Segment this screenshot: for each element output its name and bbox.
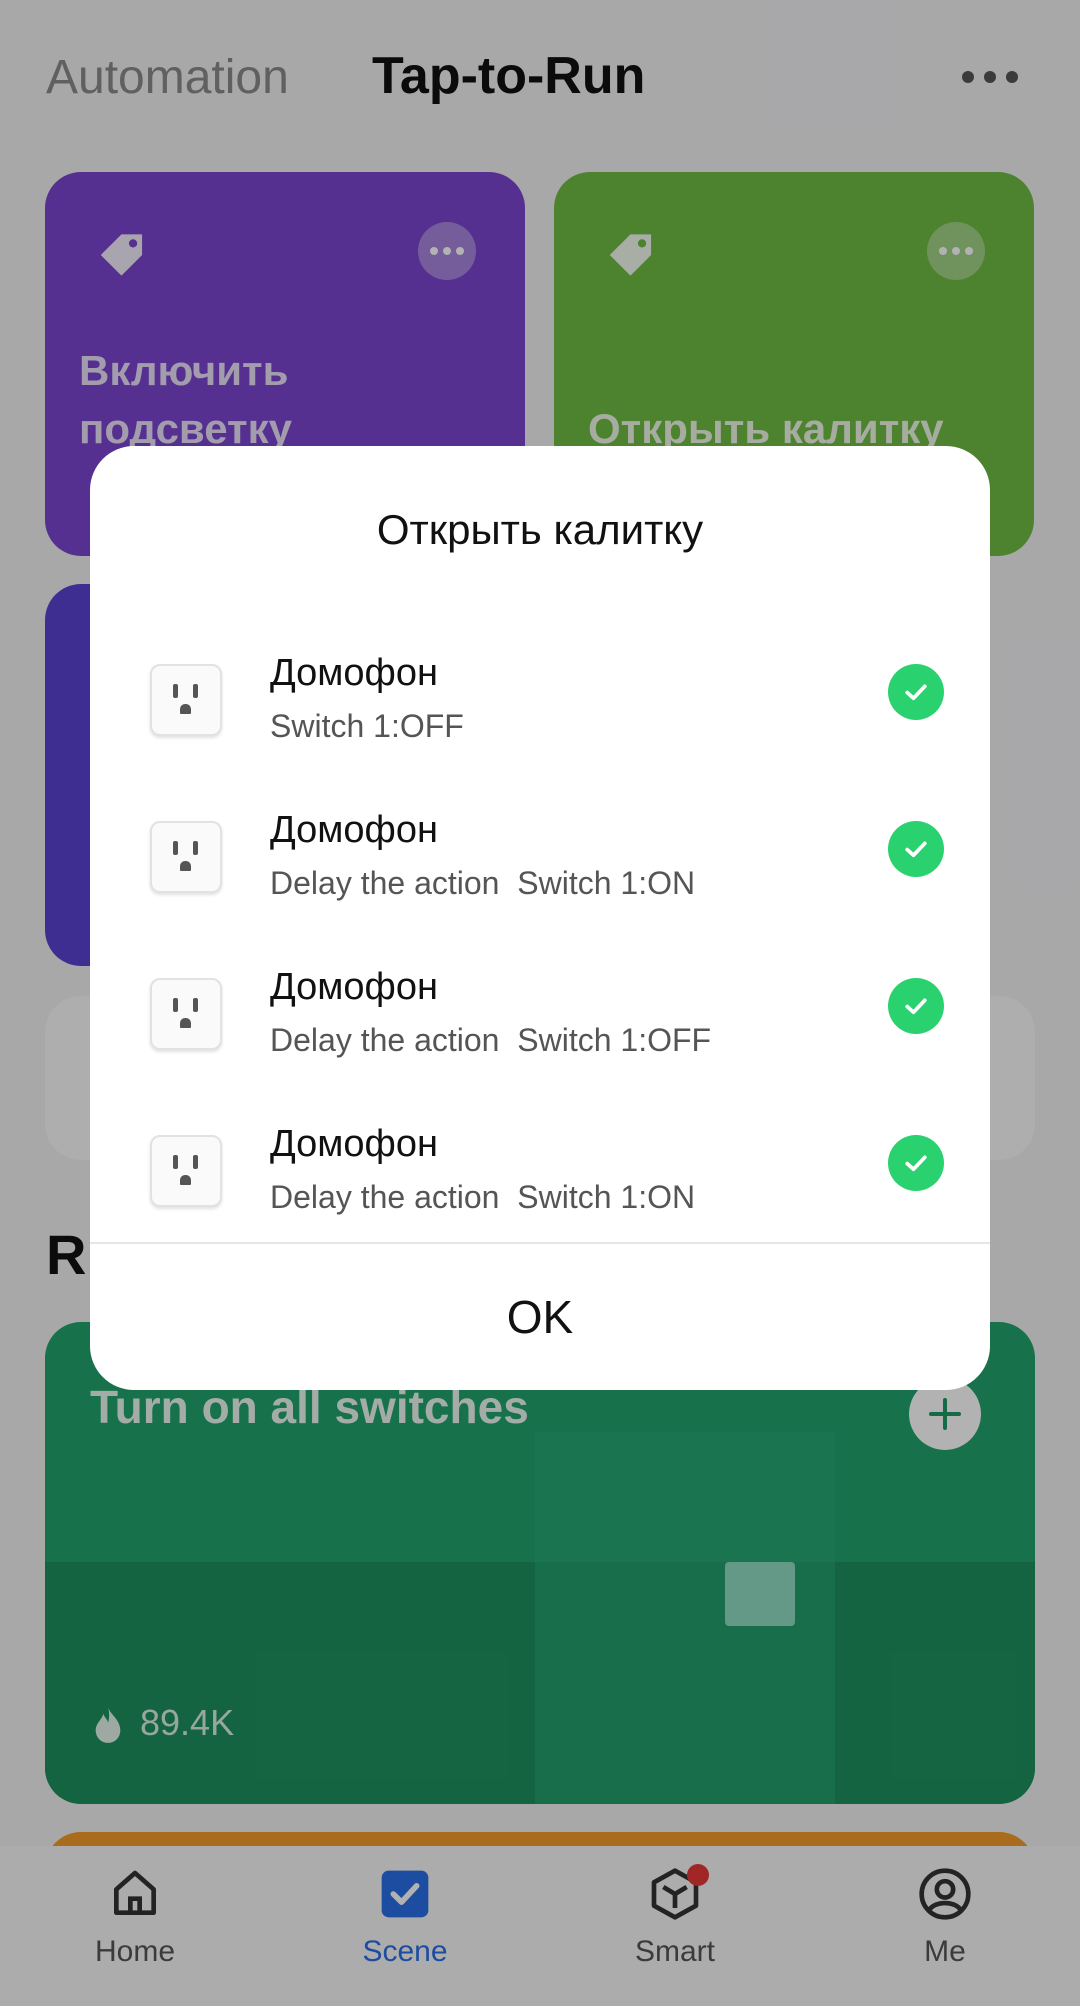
check-icon xyxy=(888,664,944,720)
socket-device-icon xyxy=(150,1135,222,1207)
action-row: Домофон Delay the action Switch 1:ON xyxy=(90,1109,990,1259)
socket-device-icon xyxy=(150,978,222,1050)
socket-device-icon xyxy=(150,664,222,736)
action-description: Switch 1:OFF xyxy=(270,708,464,744)
scene-run-dialog: Открыть калитку Домофон Switch 1:OFF Дом… xyxy=(90,446,990,1390)
device-name: Домофон xyxy=(270,1123,438,1165)
dialog-title: Открыть калитку xyxy=(376,506,704,553)
device-name: Домофон xyxy=(270,809,438,851)
action-description: Delay the action Switch 1:ON xyxy=(270,1179,696,1215)
device-name: Домофон xyxy=(270,966,438,1008)
action-row: Домофон Switch 1:OFF xyxy=(90,638,990,788)
action-row: Домофон Delay the action Switch 1:OFF xyxy=(90,952,990,1102)
check-icon xyxy=(888,1135,944,1191)
device-name: Домофон xyxy=(270,652,438,694)
action-description: Delay the action Switch 1:ON xyxy=(270,865,696,901)
ok-button[interactable]: OK xyxy=(90,1244,990,1390)
check-icon xyxy=(888,821,944,877)
socket-device-icon xyxy=(150,821,222,893)
action-row: Домофон Delay the action Switch 1:ON xyxy=(90,795,990,945)
check-icon xyxy=(888,978,944,1034)
action-description: Delay the action Switch 1:OFF xyxy=(270,1022,712,1058)
